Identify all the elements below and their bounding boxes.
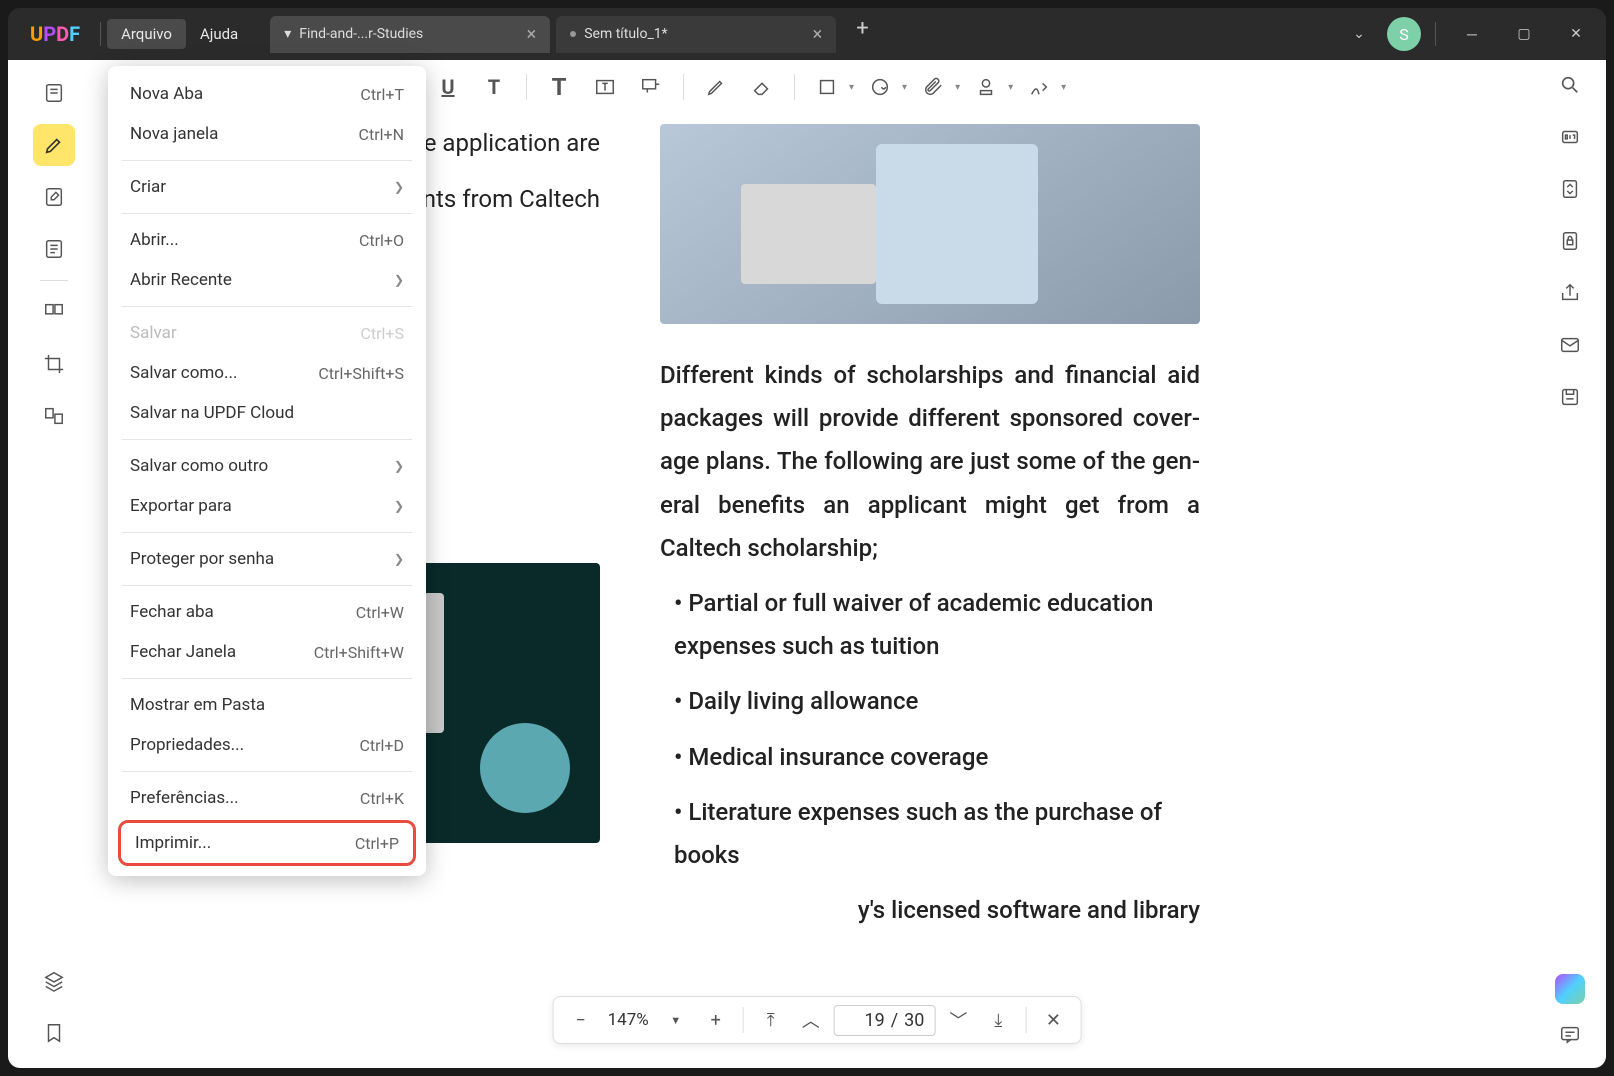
chevron-down-icon[interactable]: ▾ [955, 82, 960, 93]
menu-item: SalvarCtrl+S [108, 313, 426, 353]
doc-bullet: y's licensed software and library [660, 889, 1200, 932]
menu-item[interactable]: Propriedades...Ctrl+D [108, 725, 426, 765]
tab-indicator-icon: ▾ [284, 26, 291, 42]
last-page-button[interactable]: ⤓ [981, 1003, 1015, 1037]
close-icon[interactable]: × [527, 24, 537, 45]
callout-icon[interactable] [631, 69, 671, 105]
menu-item[interactable]: Abrir Recente❯ [108, 260, 426, 300]
right-sidebar [1534, 60, 1606, 1068]
save-icon[interactable] [1559, 386, 1581, 414]
close-controls-button[interactable]: ✕ [1036, 1003, 1070, 1037]
left-sidebar [8, 60, 100, 1068]
menu-item[interactable]: Nova janelaCtrl+N [108, 114, 426, 154]
tab-indicator-icon [570, 31, 576, 37]
close-icon[interactable]: × [813, 24, 823, 45]
tab-title: Sem título_1* [584, 26, 667, 42]
menu-item[interactable]: Proteger por senha❯ [108, 539, 426, 579]
close-button[interactable]: ✕ [1554, 16, 1598, 52]
menu-item[interactable]: Abrir...Ctrl+O [108, 220, 426, 260]
menu-item[interactable]: Criar❯ [108, 167, 426, 207]
minimize-button[interactable]: ─ [1450, 16, 1494, 52]
document-tab[interactable]: Sem título_1* × [556, 16, 836, 53]
total-pages: 30 [904, 1010, 924, 1031]
new-tab-button[interactable]: + [842, 16, 882, 53]
title-bar: UPDF Arquivo Ajuda ▾ Find-and-...r-Studie… [8, 8, 1606, 60]
ocr-icon[interactable] [1559, 126, 1581, 154]
doc-bullet: • Partial or full waiver of academic edu… [660, 582, 1200, 668]
page-number-box[interactable]: / 30 [834, 1005, 936, 1036]
menu-file[interactable]: Arquivo [107, 19, 186, 49]
page-controls: − 147% ▼ + ⤒ ︿ / 30 ﹀ ⤓ ✕ [553, 996, 1082, 1044]
menu-item[interactable]: Fechar abaCtrl+W [108, 592, 426, 632]
underline-icon[interactable]: U [428, 69, 468, 105]
reader-tool-icon[interactable] [33, 72, 75, 114]
layers-icon[interactable] [33, 960, 75, 1002]
document-image [660, 124, 1200, 324]
sticker-icon[interactable] [860, 69, 900, 105]
chevron-down-icon[interactable]: ▾ [1061, 82, 1066, 93]
app-logo: UPDF [30, 22, 80, 46]
bookmark-icon[interactable] [33, 1012, 75, 1054]
doc-bullet: • Medical insurance coverage [660, 736, 1200, 779]
menu-item[interactable]: Salvar como...Ctrl+Shift+S [108, 353, 426, 393]
chevron-down-icon[interactable]: ⌄ [1339, 26, 1379, 42]
doc-bullet: • Literature expenses such as the purcha… [660, 791, 1200, 877]
menu-item[interactable]: Exportar para❯ [108, 486, 426, 526]
chevron-down-icon[interactable]: ▾ [1008, 82, 1013, 93]
signature-icon[interactable] [1019, 69, 1059, 105]
stamp-icon[interactable] [966, 69, 1006, 105]
menu-item[interactable]: Salvar como outro❯ [108, 446, 426, 486]
pages-tool-icon[interactable] [33, 228, 75, 270]
share-icon[interactable] [1559, 282, 1581, 310]
menu-item-highlighted[interactable]: Imprimir...Ctrl+P [118, 820, 416, 866]
zoom-level[interactable]: 147% [604, 1010, 653, 1030]
menu-item[interactable]: Mostrar em Pasta [108, 685, 426, 725]
pencil-icon[interactable] [696, 69, 736, 105]
chevron-down-icon[interactable]: ▾ [849, 82, 854, 93]
menu-item[interactable]: Preferências...Ctrl+K [108, 778, 426, 818]
zoom-out-button[interactable]: − [564, 1003, 598, 1037]
tab-title: Find-and-...r-Studies [299, 26, 423, 42]
ai-assistant-icon[interactable] [1555, 974, 1585, 1004]
protect-icon[interactable] [1559, 230, 1581, 258]
menu-help[interactable]: Ajuda [186, 19, 252, 49]
text-icon[interactable]: T [539, 69, 579, 105]
user-avatar[interactable]: S [1387, 17, 1421, 51]
eraser-icon[interactable] [742, 69, 782, 105]
email-icon[interactable] [1559, 334, 1581, 362]
document-tab[interactable]: ▾ Find-and-...r-Studies × [270, 16, 550, 53]
edit-tool-icon[interactable] [33, 176, 75, 218]
zoom-dropdown-button[interactable]: ▼ [659, 1003, 693, 1037]
menu-item[interactable]: Nova AbaCtrl+T [108, 74, 426, 114]
comments-icon[interactable] [1559, 1024, 1581, 1052]
menu-item[interactable]: Salvar na UPDF Cloud [108, 393, 426, 433]
menu-item[interactable]: Imprimir...Ctrl+P [121, 823, 413, 863]
organize-tool-icon[interactable] [33, 291, 75, 333]
zoom-in-button[interactable]: + [699, 1003, 733, 1037]
document-column-right: Different kinds of scholarships and fina… [660, 124, 1200, 1058]
first-page-button[interactable]: ⤒ [754, 1003, 788, 1037]
squiggly-icon[interactable]: T [474, 69, 514, 105]
prev-page-button[interactable]: ︿ [794, 1003, 828, 1037]
compress-tool-icon[interactable] [33, 395, 75, 437]
maximize-button[interactable]: ▢ [1502, 16, 1546, 52]
search-icon[interactable] [1559, 74, 1581, 102]
crop-tool-icon[interactable] [33, 343, 75, 385]
page-number-input[interactable] [845, 1010, 885, 1031]
attachment-icon[interactable] [913, 69, 953, 105]
shape-rect-icon[interactable] [807, 69, 847, 105]
file-menu-dropdown: Nova AbaCtrl+TNova janelaCtrl+N Criar❯ Abr… [108, 66, 426, 876]
doc-paragraph: Different kinds of scholarships and fina… [660, 354, 1200, 570]
textbox-icon[interactable] [585, 69, 625, 105]
chevron-down-icon[interactable]: ▾ [902, 82, 907, 93]
highlight-tool-icon[interactable] [33, 124, 75, 166]
next-page-button[interactable]: ﹀ [941, 1003, 975, 1037]
convert-icon[interactable] [1559, 178, 1581, 206]
menu-item[interactable]: Fechar JanelaCtrl+Shift+W [108, 632, 426, 672]
doc-bullet: • Daily living allowance [660, 680, 1200, 723]
